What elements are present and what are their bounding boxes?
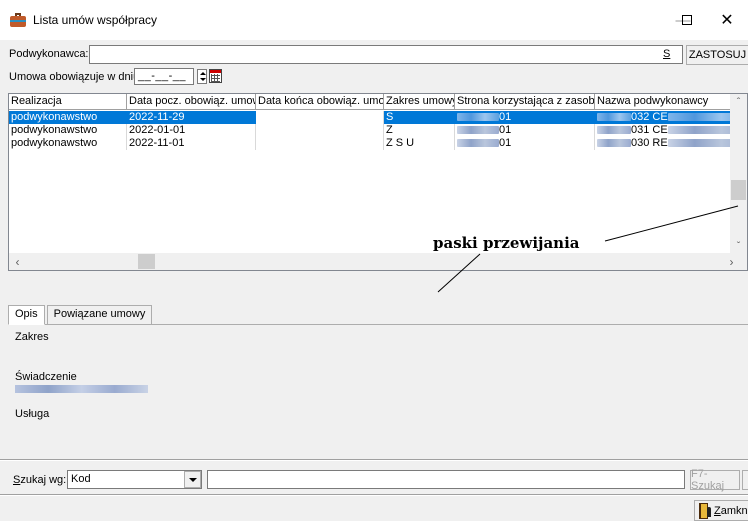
cell-data-pocz: 2022-11-29 [127,111,256,124]
apply-button[interactable]: ZASTOSUJ [686,45,748,65]
vertical-scrollbar[interactable]: ˆ ˇ [730,94,747,255]
search-button[interactable]: F7-Szukaj [690,468,740,492]
chevron-down-icon: ˇ [736,241,741,252]
cell-zakres: Z S U [384,137,455,150]
search-field-select[interactable]: Kod [67,470,202,489]
cell-realizacja: podwykonawstwo [9,137,127,150]
title-bar: Lista umów współpracy — ✕ [0,0,748,40]
scrollbars-annotation: paski przewijania [433,234,580,252]
s-button[interactable]: S [663,48,670,60]
cell-strona: 01 [455,111,595,124]
col-data-konca[interactable]: Data końca obowiąz. umowy [256,94,384,109]
scroll-up-button[interactable]: ˆ [730,94,747,111]
cell-realizacja: podwykonawstwo [9,124,127,137]
cell-data-konca [256,124,384,137]
scroll-left-button[interactable]: ‹ [9,253,26,270]
horizontal-scrollbar[interactable]: ‹ › [9,253,747,270]
chevron-up-icon: ˆ [736,97,741,108]
close-button[interactable]: Zamknij [694,500,748,521]
redacted-block [457,113,499,122]
cell-realizacja: podwykonawstwo [9,111,127,124]
scroll-right-button[interactable]: › [723,253,740,270]
table-row[interactable]: podwykonawstwo 2022-11-01 Z S U 01 030 R… [9,137,745,150]
tab-powiazane-umowy[interactable]: Powiązane umowy [46,305,153,324]
table-row[interactable]: podwykonawstwo 2022-11-29 S 01 032 CE [9,111,745,124]
window-title: Lista umów współpracy [33,13,158,27]
redacted-block [597,113,631,122]
chevron-down-icon [188,477,197,482]
close-window-button[interactable]: ✕ [704,0,748,40]
search-input[interactable] [207,470,685,489]
col-strona[interactable]: Strona korzystająca z zasobów [455,94,595,109]
cell-data-pocz: 2022-01-01 [127,124,256,137]
chevron-right-icon: › [729,254,734,269]
subcontractor-label: Podwykonawca: [9,48,89,60]
chevron-left-icon: ‹ [15,254,20,269]
dropdown-button[interactable] [184,471,201,488]
search-by-label: Szukaj wg: [13,474,67,486]
divider [0,460,748,461]
date-label: Umowa obowiązuje w dniu: [9,71,143,83]
vertical-scroll-thumb[interactable] [731,180,746,200]
date-input[interactable]: __-__-__ [134,68,194,85]
horizontal-scroll-thumb[interactable] [138,254,155,269]
maximize-icon [682,15,692,25]
tab-opis[interactable]: Opis [8,305,45,325]
cell-nazwa: 032 CE [595,111,745,124]
col-data-pocz[interactable]: Data pocz. obowiąz. umowy [127,94,256,109]
redacted-block [597,139,631,148]
usluga-label: Usługa [15,408,50,420]
date-spinner[interactable] [197,69,207,84]
cell-zakres: S [384,111,455,124]
swiadczenie-label: Świadczenie [15,371,77,383]
divider [0,495,748,496]
zakres-label: Zakres [15,331,49,343]
col-realizacja[interactable]: Realizacja [9,94,127,109]
cell-data-konca [256,111,384,124]
cell-strona: 01 [455,137,595,150]
redacted-block [457,126,499,135]
cell-nazwa: 031 CE [595,124,745,137]
cell-zakres: Z [384,124,455,137]
cell-data-pocz: 2022-11-01 [127,137,256,150]
redacted-block [597,126,631,135]
subcontractor-input[interactable] [89,45,683,64]
redacted-swiadczenie [15,385,148,393]
col-zakres[interactable]: Zakres umowy [384,94,455,109]
redacted-block [457,139,499,148]
calendar-icon[interactable] [209,69,222,83]
exit-door-icon [699,502,711,519]
cell-strona: 01 [455,124,595,137]
extra-button[interactable] [742,470,748,490]
briefcase-icon [10,13,26,27]
detail-tabs: Opis Powiązane umowy [8,305,153,325]
contracts-grid[interactable]: Realizacja Data pocz. obowiąz. umowy Dat… [8,93,748,271]
cell-data-konca [256,137,384,150]
cell-nazwa: 030 RE [595,137,745,150]
col-nazwa[interactable]: Nazwa podwykonawcy [595,94,745,109]
table-row[interactable]: podwykonawstwo 2022-01-01 Z 01 031 CE [9,124,745,137]
grid-header: Realizacja Data pocz. obowiąz. umowy Dat… [9,94,745,110]
